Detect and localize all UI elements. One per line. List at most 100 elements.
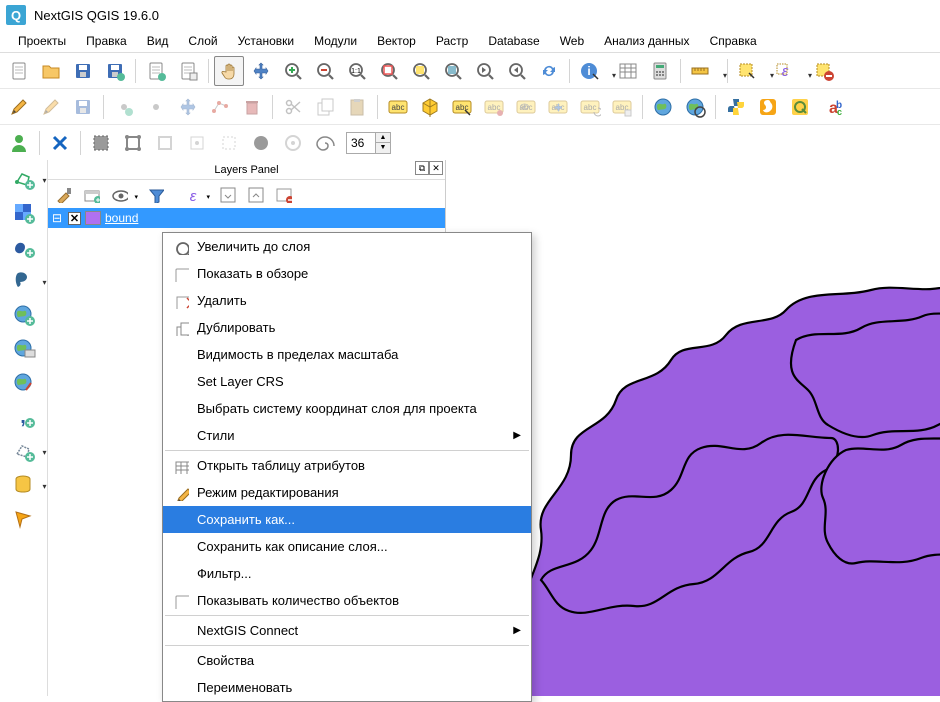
- person-button[interactable]: [4, 128, 34, 158]
- add-postgis-button[interactable]: [9, 266, 39, 296]
- label-sel-button[interactable]: [447, 92, 477, 122]
- add-feature2-button[interactable]: [141, 92, 171, 122]
- add-group-button[interactable]: [80, 183, 102, 205]
- spin-down[interactable]: ▼: [376, 143, 390, 153]
- layer-item[interactable]: ⊟ ✕ bound: [48, 208, 445, 228]
- menu-help[interactable]: Справка: [700, 32, 767, 50]
- add-feature-button[interactable]: [109, 92, 139, 122]
- cut-button[interactable]: [278, 92, 308, 122]
- visibility-button[interactable]: [108, 183, 130, 205]
- context-item[interactable]: Свойства: [163, 647, 531, 674]
- plugin-q-button[interactable]: [785, 92, 815, 122]
- context-item[interactable]: Выбрать систему координат слоя для проек…: [163, 395, 531, 422]
- menu-web[interactable]: Web: [550, 32, 594, 50]
- segments-spinner[interactable]: ▲▼: [346, 132, 391, 154]
- select-dropdown[interactable]: [733, 56, 769, 86]
- new-shapefile-button[interactable]: [9, 504, 39, 534]
- zoom-last-button[interactable]: [470, 56, 500, 86]
- context-item[interactable]: Фильтр...: [163, 560, 531, 587]
- add-wms-button[interactable]: [9, 300, 39, 330]
- zoom-selection-button[interactable]: [406, 56, 436, 86]
- add-virtual-button[interactable]: [9, 436, 39, 466]
- identify-dropdown[interactable]: [575, 56, 611, 86]
- save-button[interactable]: [68, 56, 98, 86]
- delete-feature-button[interactable]: [237, 92, 267, 122]
- field-calc-button[interactable]: [645, 56, 675, 86]
- add-vector-button[interactable]: [9, 164, 39, 194]
- label-abc-button[interactable]: [383, 92, 413, 122]
- spiral-button[interactable]: [310, 128, 340, 158]
- context-item[interactable]: Видимость в пределах масштаба: [163, 341, 531, 368]
- menu-settings[interactable]: Установки: [228, 32, 304, 50]
- label-rotate-button[interactable]: [575, 92, 605, 122]
- filter-legend-button[interactable]: [144, 183, 166, 205]
- context-item[interactable]: Сохранить как...: [163, 506, 531, 533]
- collapse-button[interactable]: [244, 183, 266, 205]
- add-delimited-button[interactable]: ,: [9, 402, 39, 432]
- pan-to-selection-button[interactable]: [246, 56, 276, 86]
- wms-search-button[interactable]: [680, 92, 710, 122]
- menu-raster[interactable]: Растр: [426, 32, 478, 50]
- layer-visibility-checkbox[interactable]: ✕: [68, 212, 81, 225]
- open-project-button[interactable]: [36, 56, 66, 86]
- add-oracle-button[interactable]: [9, 470, 39, 500]
- zoom-next-button[interactable]: [502, 56, 532, 86]
- add-raster-button[interactable]: [9, 198, 39, 228]
- context-item[interactable]: Режим редактирования: [163, 479, 531, 506]
- circ1-button[interactable]: [246, 128, 276, 158]
- context-item[interactable]: Сохранить как описание слоя...: [163, 533, 531, 560]
- print-composer-button[interactable]: [141, 56, 171, 86]
- zoom-full-button[interactable]: [374, 56, 404, 86]
- grid2-button[interactable]: [118, 128, 148, 158]
- menu-database[interactable]: Database: [478, 32, 549, 50]
- context-item[interactable]: Стили▶: [163, 422, 531, 449]
- open-table-button[interactable]: [613, 56, 643, 86]
- menu-analysis[interactable]: Анализ данных: [594, 32, 699, 50]
- context-item[interactable]: Переименовать: [163, 674, 531, 701]
- label-hide-button[interactable]: [511, 92, 541, 122]
- style-button[interactable]: [52, 183, 74, 205]
- panel-undock-button[interactable]: ⧉: [415, 161, 429, 175]
- context-item[interactable]: Дублировать: [163, 314, 531, 341]
- segments-input[interactable]: [347, 136, 375, 150]
- grid5-button[interactable]: [214, 128, 244, 158]
- pan-button[interactable]: [214, 56, 244, 86]
- save-as-button[interactable]: [100, 56, 130, 86]
- select-expr-dropdown[interactable]: [771, 56, 807, 86]
- move-feature-button[interactable]: [173, 92, 203, 122]
- zoom-out-button[interactable]: [310, 56, 340, 86]
- add-spatialite-button[interactable]: [9, 232, 39, 262]
- context-item[interactable]: Показывать количество объектов: [163, 587, 531, 614]
- label-props-button[interactable]: [607, 92, 637, 122]
- deselect-button[interactable]: [809, 56, 839, 86]
- add-wfs-button[interactable]: [9, 368, 39, 398]
- context-item[interactable]: NextGIS Connect▶: [163, 617, 531, 644]
- tree-collapse-icon[interactable]: ⊟: [52, 211, 64, 225]
- grid3-button[interactable]: [150, 128, 180, 158]
- menu-vector[interactable]: Вектор: [367, 32, 426, 50]
- circ2-button[interactable]: [278, 128, 308, 158]
- composer-manager-button[interactable]: [173, 56, 203, 86]
- copy-button[interactable]: [310, 92, 340, 122]
- grid1-button[interactable]: [86, 128, 116, 158]
- context-item[interactable]: Удалить: [163, 287, 531, 314]
- menu-view[interactable]: Вид: [137, 32, 179, 50]
- label-pin-button[interactable]: [479, 92, 509, 122]
- grid4-button[interactable]: [182, 128, 212, 158]
- measure-dropdown[interactable]: [686, 56, 722, 86]
- python-console-button[interactable]: [721, 92, 751, 122]
- zoom-native-button[interactable]: 1:1: [342, 56, 372, 86]
- zoom-in-button[interactable]: [278, 56, 308, 86]
- label-move-button[interactable]: [543, 92, 573, 122]
- spin-up[interactable]: ▲: [376, 133, 390, 143]
- cube3d-button[interactable]: [415, 92, 445, 122]
- zoom-layer-button[interactable]: [438, 56, 468, 86]
- panel-close-button[interactable]: ✕: [429, 161, 443, 175]
- new-project-button[interactable]: [4, 56, 34, 86]
- context-item[interactable]: Открыть таблицу атрибутов: [163, 452, 531, 479]
- refresh-button[interactable]: [534, 56, 564, 86]
- paste-button[interactable]: [342, 92, 372, 122]
- filter-eps-button[interactable]: [180, 183, 202, 205]
- toggle-edit-button[interactable]: [4, 92, 34, 122]
- node-tool-button[interactable]: [205, 92, 235, 122]
